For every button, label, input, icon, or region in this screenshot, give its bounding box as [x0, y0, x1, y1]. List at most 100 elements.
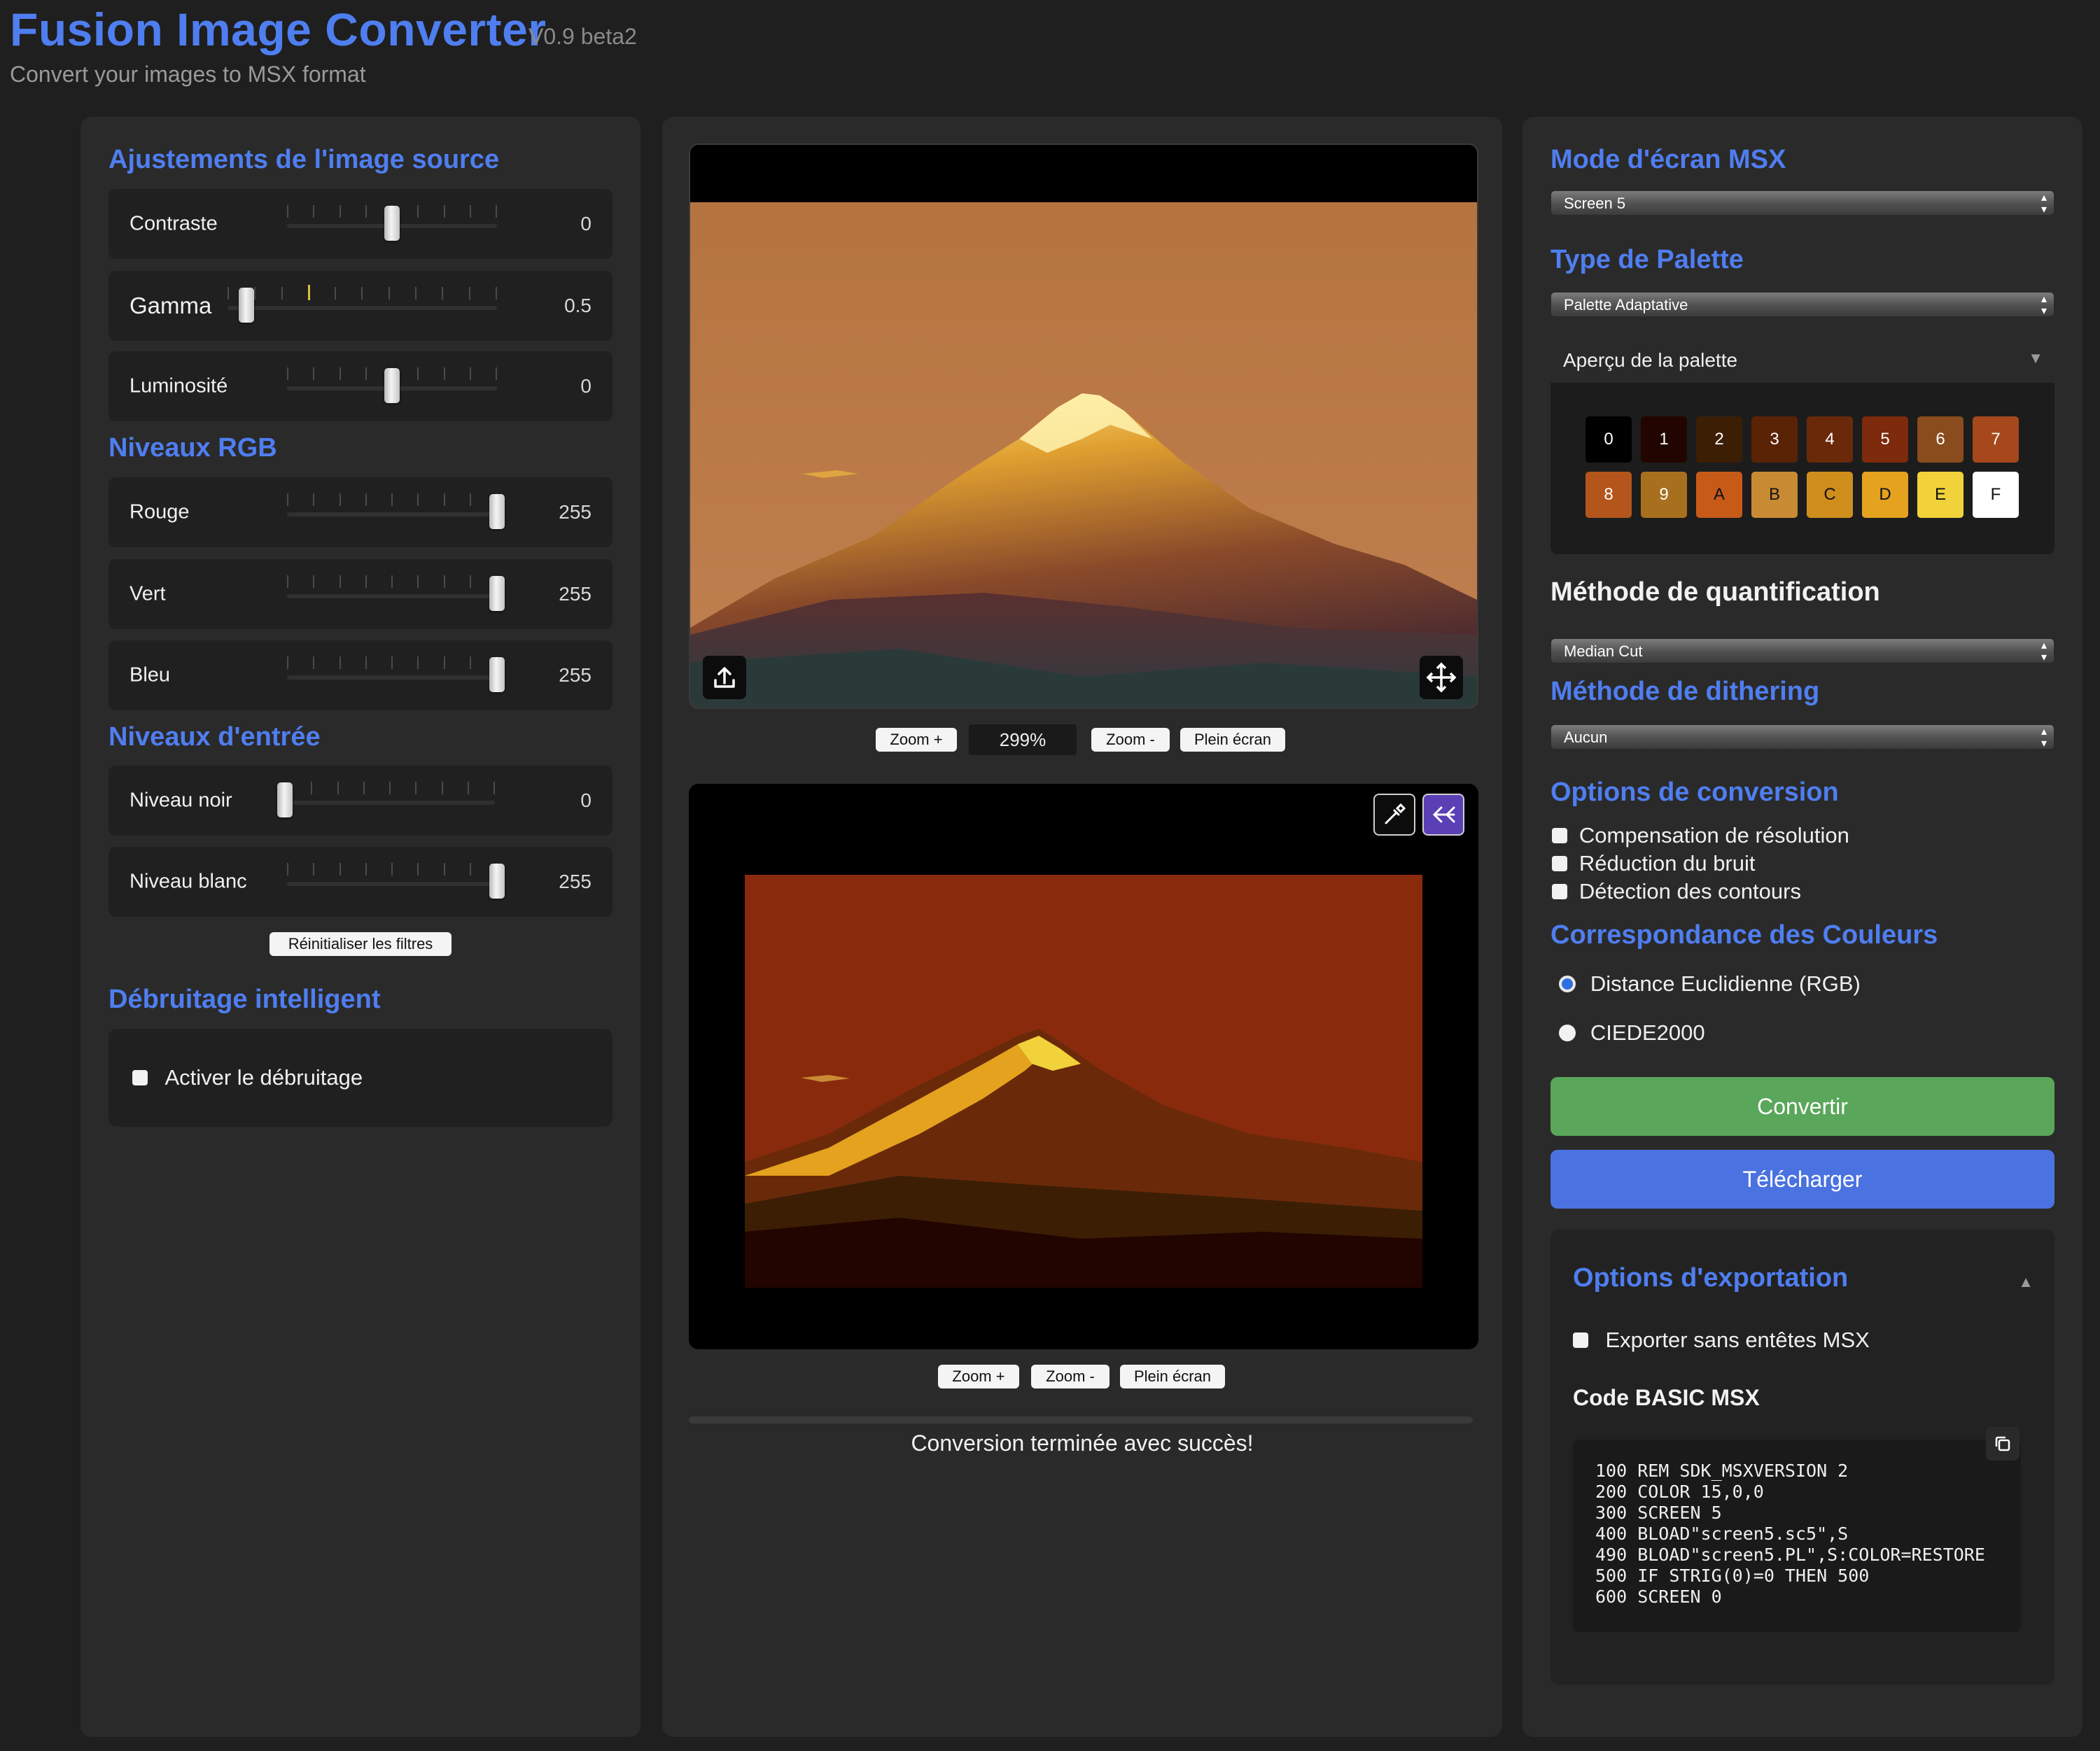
- status-message: Conversion terminée avec succès!: [911, 1430, 1254, 1456]
- red-slider[interactable]: [287, 493, 505, 529]
- quantization-value: Median Cut: [1564, 642, 1643, 660]
- contrast-label: Contraste: [130, 212, 218, 235]
- option-noise[interactable]: Réduction du bruit: [1552, 849, 1756, 876]
- palette-type-select[interactable]: Palette Adaptative ▴ ▾: [1550, 292, 2054, 317]
- fullscreen-button-2[interactable]: Plein écran: [1120, 1365, 1225, 1388]
- input-levels-title: Niveaux d'entrée: [108, 722, 321, 752]
- download-button[interactable]: Télécharger: [1550, 1150, 2054, 1209]
- option-resolution[interactable]: Compensation de résolution: [1552, 821, 1849, 848]
- gamma-row: Gamma 0.5: [108, 271, 612, 341]
- eyedropper-icon: [1385, 803, 1406, 824]
- palette-swatch-0[interactable]: 0: [1586, 416, 1632, 463]
- copy-button[interactable]: [1986, 1427, 2019, 1461]
- export-options-title[interactable]: Options d'exportation: [1573, 1263, 1848, 1293]
- denoise-label: Activer le débruitage: [164, 1065, 363, 1090]
- option-edges[interactable]: Détection des contours: [1552, 877, 1801, 904]
- noheader-label: Exporter sans entêtes MSX: [1605, 1328, 1870, 1352]
- black-level-slider-thumb[interactable]: [277, 782, 293, 817]
- export-noheader-option[interactable]: Exporter sans entêtes MSX: [1573, 1328, 1870, 1353]
- upload-button[interactable]: [703, 656, 746, 699]
- blue-label: Bleu: [130, 663, 171, 687]
- dithering-value: Aucun: [1564, 729, 1608, 746]
- zoom-in-button-2[interactable]: Zoom +: [938, 1365, 1019, 1388]
- palette-swatch-7[interactable]: 7: [1973, 416, 2019, 463]
- zoom-level: 299%: [969, 724, 1077, 755]
- convert-button[interactable]: Convertir: [1550, 1077, 2054, 1136]
- black-level-value: 0: [580, 789, 592, 811]
- resolution-checkbox[interactable]: [1552, 827, 1567, 843]
- brightness-slider[interactable]: [287, 367, 497, 403]
- pan-button[interactable]: [1420, 656, 1463, 699]
- contrast-slider[interactable]: [287, 205, 497, 241]
- palette-swatch-d[interactable]: D: [1862, 472, 1908, 518]
- red-value: 255: [559, 501, 592, 523]
- palette-swatch-6[interactable]: 6: [1917, 416, 1963, 463]
- palette-swatch-a[interactable]: A: [1696, 472, 1742, 518]
- color-matching-title: Correspondance des Couleurs: [1550, 920, 1938, 950]
- black-level-row: Niveau noir 0: [108, 766, 612, 836]
- white-level-slider[interactable]: [287, 863, 505, 899]
- source-image-viewer[interactable]: [689, 143, 1478, 709]
- euclidean-radio[interactable]: [1559, 975, 1576, 992]
- red-row: Rouge 255: [108, 477, 612, 547]
- white-level-row: Niveau blanc 255: [108, 847, 612, 917]
- converted-image-viewer[interactable]: [689, 784, 1478, 1349]
- fullscreen-button[interactable]: Plein écran: [1180, 728, 1285, 752]
- copy-icon: [1995, 1436, 2010, 1451]
- palette-swatch-8[interactable]: 8: [1586, 472, 1632, 518]
- brightness-value: 0: [580, 375, 592, 397]
- zoom-in-button[interactable]: Zoom +: [876, 728, 957, 752]
- red-label: Rouge: [130, 500, 190, 523]
- palette-preview-toggle[interactable]: Aperçu de la palette ▼: [1550, 334, 2054, 384]
- dithering-select[interactable]: Aucun ▴ ▾: [1550, 724, 2054, 750]
- zoom-out-button[interactable]: Zoom -: [1091, 728, 1170, 752]
- match-ciede[interactable]: CIEDE2000: [1559, 1018, 1705, 1046]
- red-slider-thumb[interactable]: [489, 494, 505, 529]
- noheader-checkbox[interactable]: [1573, 1332, 1588, 1348]
- denoise-box: Activer le débruitage: [108, 1029, 612, 1127]
- noise-checkbox[interactable]: [1552, 855, 1567, 871]
- white-level-slider-thumb[interactable]: [489, 864, 505, 899]
- progress-bar: [689, 1416, 1473, 1423]
- brightness-row: Luminosité 0: [108, 351, 612, 421]
- contrast-slider-thumb[interactable]: [384, 206, 400, 241]
- palette-swatch-c[interactable]: C: [1807, 472, 1853, 518]
- blue-slider-thumb[interactable]: [489, 657, 505, 692]
- edges-label: Détection des contours: [1578, 878, 1801, 903]
- gamma-slider[interactable]: [227, 285, 497, 323]
- screen-mode-select[interactable]: Screen 5 ▴ ▾: [1550, 190, 2054, 216]
- green-row: Vert 255: [108, 559, 612, 629]
- compare-toggle-button[interactable]: [1422, 794, 1464, 836]
- gamma-label: Gamma: [130, 293, 212, 318]
- basic-code-title: Code BASIC MSX: [1573, 1385, 1760, 1410]
- select-arrows-icon: ▴ ▾: [2040, 293, 2047, 317]
- blue-slider[interactable]: [287, 656, 505, 692]
- palette-swatch-3[interactable]: 3: [1751, 416, 1798, 463]
- palette-swatch-b[interactable]: B: [1751, 472, 1798, 518]
- zoom-out-button-2[interactable]: Zoom -: [1031, 1365, 1110, 1388]
- dithering-title: Méthode de dithering: [1550, 677, 1820, 706]
- palette-swatch-e[interactable]: E: [1917, 472, 1963, 518]
- match-euclidean[interactable]: Distance Euclidienne (RGB): [1559, 969, 1861, 997]
- palette-swatch-f[interactable]: F: [1973, 472, 2019, 518]
- rgb-levels-title: Niveaux RGB: [108, 433, 277, 463]
- palette-swatch-4[interactable]: 4: [1807, 416, 1853, 463]
- denoise-checkbox[interactable]: [132, 1070, 148, 1085]
- green-slider-thumb[interactable]: [489, 576, 505, 611]
- gamma-slider-thumb[interactable]: [238, 288, 254, 323]
- brightness-slider-thumb[interactable]: [384, 368, 400, 403]
- blue-row: Bleu 255: [108, 640, 612, 710]
- palette-swatch-5[interactable]: 5: [1862, 416, 1908, 463]
- green-slider[interactable]: [287, 575, 505, 611]
- black-level-slider[interactable]: [277, 782, 495, 817]
- palette-swatch-1[interactable]: 1: [1641, 416, 1687, 463]
- palette-swatch-9[interactable]: 9: [1641, 472, 1687, 518]
- quantization-select[interactable]: Median Cut ▴ ▾: [1550, 638, 2054, 663]
- palette-swatch-2[interactable]: 2: [1696, 416, 1742, 463]
- color-picker-button[interactable]: [1373, 794, 1415, 836]
- chevron-up-icon[interactable]: ▲: [2018, 1273, 2033, 1291]
- reset-filters-button[interactable]: Réinitialiser les filtres: [270, 932, 451, 956]
- ciede-radio[interactable]: [1559, 1024, 1576, 1041]
- app-title: Fusion Image Converter: [10, 3, 547, 55]
- edges-checkbox[interactable]: [1552, 883, 1567, 899]
